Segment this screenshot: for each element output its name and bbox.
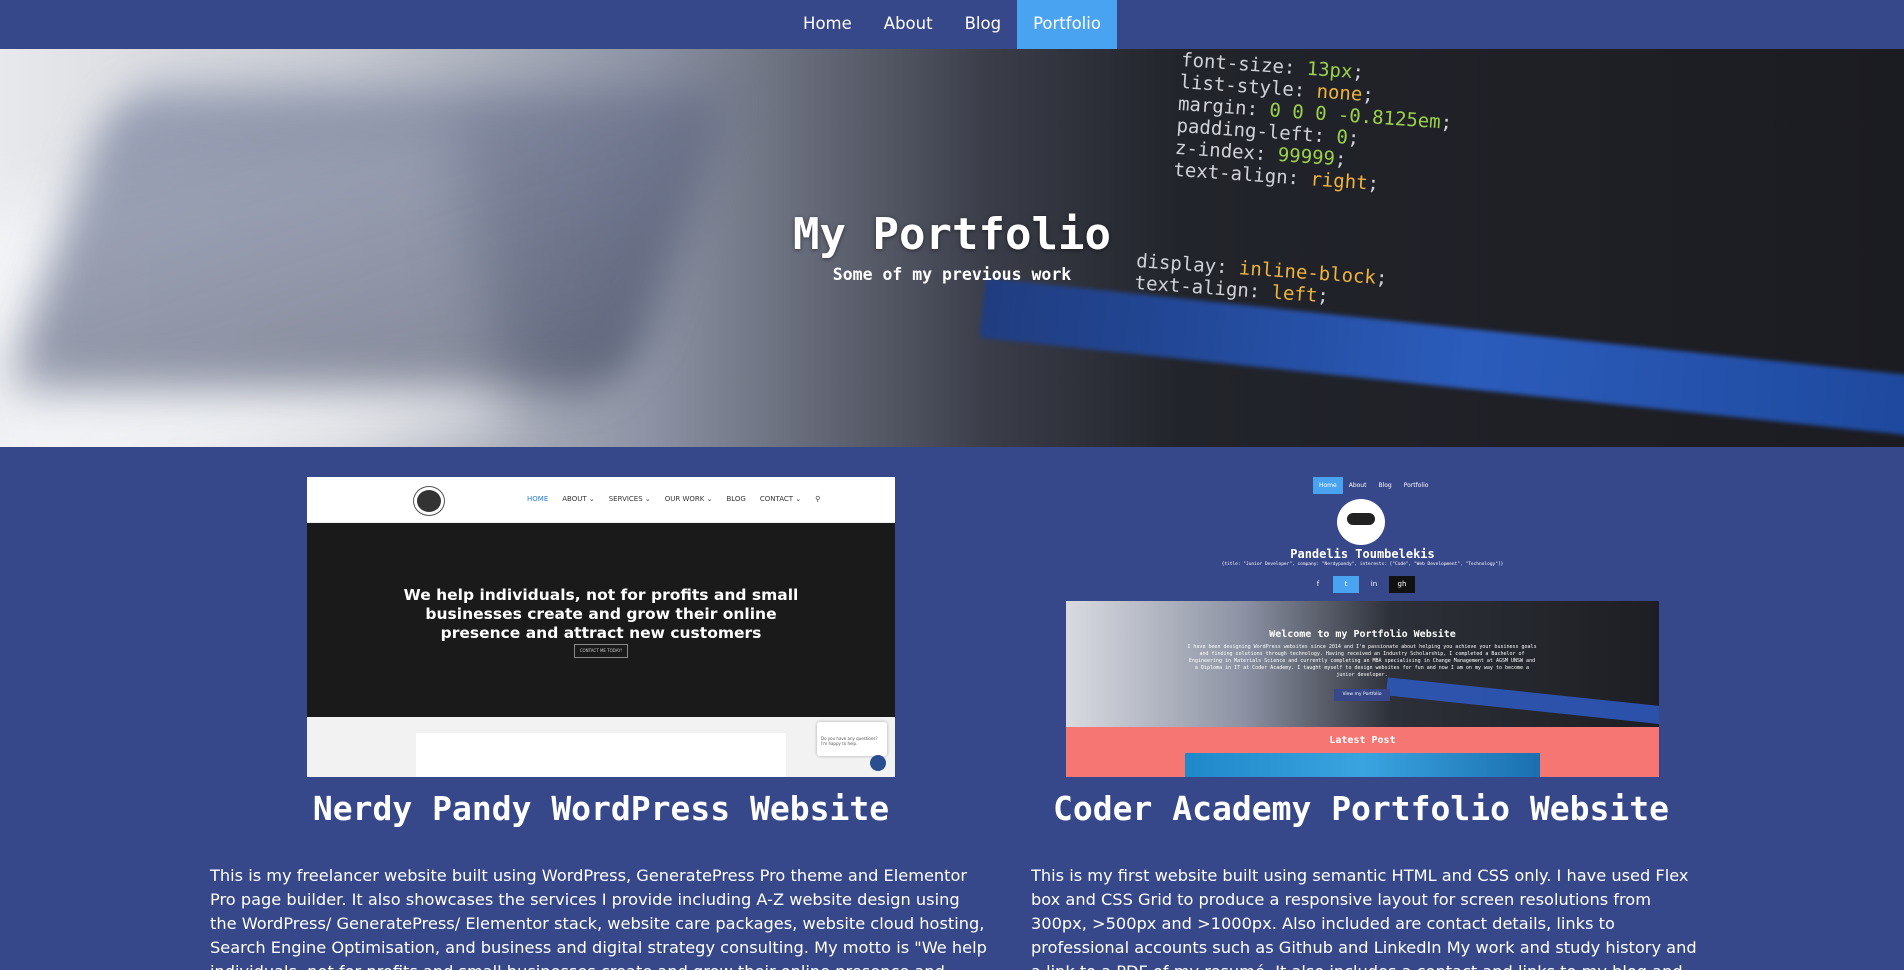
page-subtitle: Some of my previous work: [832, 265, 1072, 284]
project-title[interactable]: Coder Academy Portfolio Website: [990, 789, 1732, 828]
code-value: right: [1309, 168, 1369, 195]
thumb-nav-item: Home: [1313, 477, 1343, 494]
project-thumbnail-coder-academy[interactable]: Home About Blog Portfolio Pandelis Toumbele…: [1066, 477, 1659, 777]
thumb-nav-item: Portfolio: [1403, 482, 1429, 489]
nav-link-blog[interactable]: Blog: [949, 0, 1017, 49]
thumb-menu-item: BLOG: [726, 495, 746, 503]
page-title: My Portfolio: [793, 209, 1111, 260]
code-value: none: [1315, 80, 1364, 106]
thumb-contact-button: CONTACT ME TODAY!: [574, 644, 628, 658]
thumb-object: {title: "Junior Developer", company: "Ne…: [1221, 562, 1504, 567]
thumb-menu-item: CONTACT ⌄: [759, 495, 802, 503]
linkedin-icon: in: [1361, 576, 1387, 593]
facebook-icon: f: [1305, 576, 1331, 593]
thumb-menu: HOME ABOUT ⌄ SERVICES ⌄ OUR WORK ⌄ BLOG CONTA…: [527, 495, 820, 503]
thumb-intro: I have been designing WordPress websites…: [1187, 644, 1537, 678]
nav-link-portfolio[interactable]: Portfolio: [1017, 0, 1117, 49]
hero-bg-dock-bar: [979, 277, 1904, 441]
thumb-name: Pandelis Toumbelekis: [1290, 547, 1435, 561]
thumb-nav: Home About Blog Portfolio: [1313, 477, 1434, 494]
thumb-menu-item: ⚲: [815, 495, 821, 503]
thumb-latest-image: [1185, 753, 1540, 777]
thumb-card: [416, 733, 786, 777]
hero-banner: font-size: 13px; list-style: none; margin:…: [0, 49, 1904, 447]
project-thumbnail-nerdy-pandy[interactable]: HOME ABOUT ⌄ SERVICES ⌄ OUR WORK ⌄ BLOG CONTA…: [307, 477, 895, 777]
thumb-nav-item: Blog: [1378, 482, 1392, 489]
twitter-icon: t: [1333, 576, 1359, 593]
thumb-dock-bar: [1385, 677, 1659, 727]
chat-icon: [870, 755, 886, 771]
thumb-headline: We help individuals, not for profits and…: [403, 586, 799, 642]
hero-code-block: font-size: 13px; list-style: none; margin:…: [1173, 49, 1456, 200]
thumb-latest-post: Latest Post: [1066, 727, 1659, 777]
thumb-hero-image: Welcome to my Portfolio Website I have b…: [1066, 601, 1659, 727]
nav-link-home[interactable]: Home: [787, 0, 868, 49]
thumb-socials: f t in gh: [1305, 576, 1415, 593]
thumb-header: HOME ABOUT ⌄ SERVICES ⌄ OUR WORK ⌄ BLOG CONTA…: [307, 477, 895, 523]
thumb-welcome: Welcome to my Portfolio Website: [1269, 629, 1456, 640]
panda-avatar-icon: [1337, 499, 1385, 545]
thumb-menu-item: HOME: [527, 495, 549, 503]
thumb-nav-item: About: [1348, 482, 1367, 489]
thumb-menu-item: SERVICES ⌄: [608, 495, 651, 503]
thumb-menu-item: ABOUT ⌄: [562, 495, 595, 503]
thumb-menu-item: OUR WORK ⌄: [664, 495, 713, 503]
github-icon: gh: [1389, 576, 1415, 593]
top-nav: Home About Blog Portfolio: [0, 0, 1904, 49]
nav-link-about[interactable]: About: [868, 0, 949, 49]
code-value: left: [1270, 281, 1319, 307]
thumb-latest-title: Latest Post: [1329, 735, 1396, 746]
thumb-chat-bubble: Do you have any questions? I'm happy to …: [817, 722, 887, 756]
project-description: This is my freelancer website built usin…: [210, 866, 987, 970]
code-value: 13px: [1306, 57, 1354, 83]
thumb-view-button: View my Portfolio: [1334, 689, 1390, 701]
project-description: This is my first website built using sem…: [1031, 866, 1697, 970]
project-title[interactable]: Nerdy Pandy WordPress Website: [230, 789, 972, 828]
panda-logo-icon: [414, 487, 444, 515]
